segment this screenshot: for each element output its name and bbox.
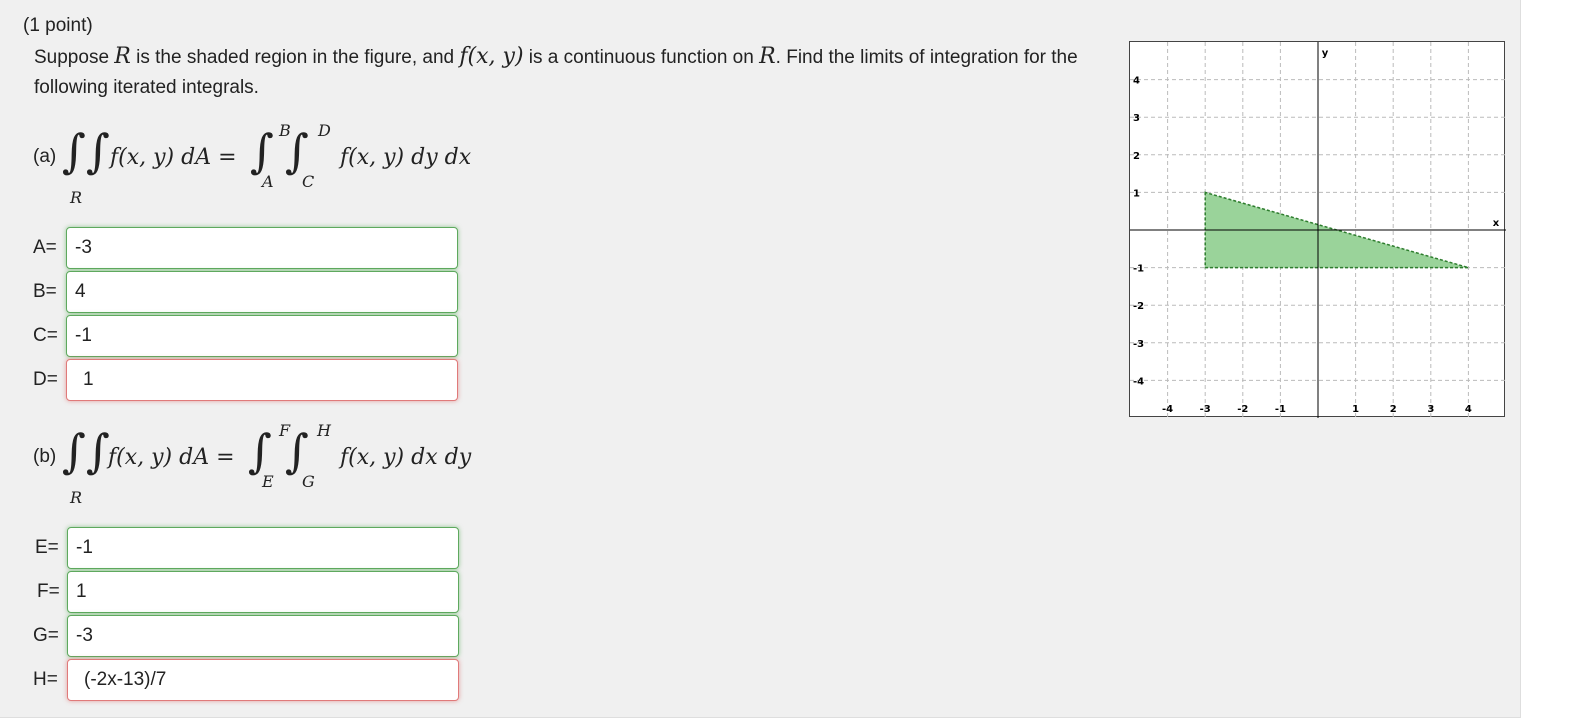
prompt-text-1: Suppose [34,47,115,68]
outer-lower-limit: A [262,172,274,191]
answer-label: B= [33,281,57,302]
region-subscript: R [70,488,83,507]
double-integral-sign: ∫∫ [62,124,110,178]
answer-label: G= [33,625,59,646]
inner-integral-sign: ∫ [285,124,309,178]
prompt-region-symbol-2: R [759,44,776,69]
answer-label: E= [35,537,59,558]
y-tick-label: 4 [1133,76,1140,87]
outer-lower-limit: E [262,472,274,491]
outer-integral-sign: ∫ [250,124,274,178]
answer-label: A= [33,237,57,258]
x-tick-label: -1 [1275,404,1286,415]
x-tick-label: -3 [1200,404,1211,415]
answer-input-a[interactable]: -3 [66,227,458,269]
x-tick-label: -2 [1237,404,1248,415]
y-tick-label: -4 [1133,376,1144,387]
inner-upper-limit: H [317,421,331,440]
answer-input-e[interactable]: -1 [67,527,459,569]
answer-input-c[interactable]: -1 [66,315,458,357]
y-tick-label: -2 [1133,301,1144,312]
x-axis-label: x [1493,218,1500,229]
outer-integral-sign: ∫ [248,424,272,478]
answer-input-d[interactable]: 1 [66,359,458,401]
y-tick-label: 2 [1133,151,1140,162]
lhs-expression: f(x, y) dA = [110,145,237,170]
double-integral-sign: ∫∫ [62,424,110,478]
answer-input-b[interactable]: 4 [66,271,458,313]
y-axis-label: y [1322,48,1329,59]
prompt-function-symbol: f(x, y) [459,44,524,69]
lhs-expression: f(x, y) dA = [108,445,235,470]
inner-lower-limit: G [302,472,315,491]
region-subscript: R [70,188,83,207]
y-tick-label: -1 [1133,264,1144,275]
part-b-equation: (b) ∫∫ R f(x, y) dA = ∫ F E ∫ H G f(x, y… [0,418,520,508]
y-tick-label: 1 [1133,188,1140,199]
x-tick-label: 4 [1465,404,1472,415]
x-tick-label: 1 [1352,404,1359,415]
y-tick-label: -3 [1133,339,1144,350]
problem-prompt: Suppose R is the shaded region in the fi… [34,42,1094,103]
y-tick-label: 3 [1133,113,1140,124]
x-tick-label: 3 [1427,404,1434,415]
region-graph: -4 -3 -2 -1 1 2 3 4 4 3 2 1 -1 -2 -3 -4 x y [1129,41,1506,418]
point-value: (1 point) [23,15,93,36]
answer-label: F= [37,581,60,602]
inner-lower-limit: C [302,172,315,191]
prompt-region-symbol: R [114,44,131,69]
inner-upper-limit: D [318,121,331,140]
part-a-label: (a) [33,146,57,167]
prompt-text-2: is the shaded region in the figure, and [130,47,460,68]
graph-canvas: -4 -3 -2 -1 1 2 3 4 4 3 2 1 -1 -2 -3 -4 x y [1130,42,1506,418]
integrand: f(x, y) dx dy [340,445,472,470]
x-tick-label: 2 [1390,404,1397,415]
answer-input-f[interactable]: 1 [67,571,459,613]
answer-input-g[interactable]: -3 [67,615,459,657]
part-b-label: (b) [33,446,57,467]
part-a-equation: (a) ∫∫ R f(x, y) dA = ∫ B A ∫ D C f(x, y… [0,118,520,208]
answer-label: C= [33,325,58,346]
answer-label: D= [33,369,58,390]
answer-label: H= [33,669,58,690]
prompt-text-3: is a continuous function on [523,47,760,68]
inner-integral-sign: ∫ [285,424,309,478]
x-tick-label: -4 [1162,404,1173,415]
answer-input-h[interactable]: (-2x-13)/7 [67,659,459,701]
integrand: f(x, y) dy dx [340,145,472,170]
problem-container: (1 point) Suppose R is the shaded region… [0,0,1521,718]
